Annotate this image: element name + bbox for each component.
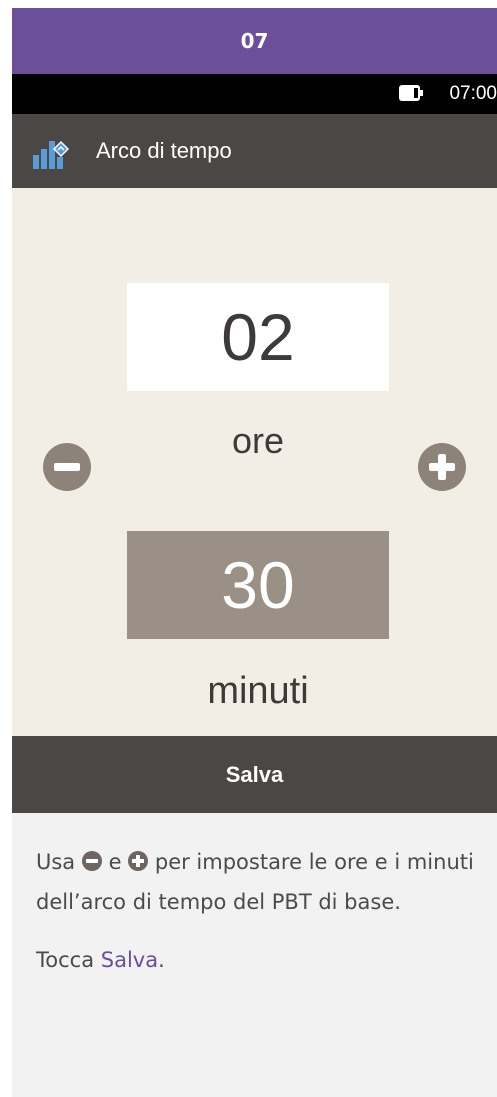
- plus-circle-icon: [128, 851, 149, 871]
- instructions: Usa e per impostare le ore e i minuti de…: [36, 842, 486, 998]
- instruction-line-1: Usa e per impostare le ore e i minuti de…: [36, 850, 474, 914]
- minutes-value: 30: [221, 548, 295, 622]
- save-button-label: Salva: [225, 761, 284, 787]
- screen-title: Arco di tempo: [96, 138, 232, 163]
- minus-circle-icon: [81, 851, 102, 871]
- save-button[interactable]: Salva: [12, 736, 497, 813]
- hours-value: 02: [221, 300, 295, 374]
- title-bar: Arco di tempo: [12, 114, 497, 188]
- save-link: Salva: [100, 948, 159, 972]
- step-number: 07: [240, 29, 269, 53]
- instruction-card: 07 07:00 Arco di tempo 02 ore 30 minuti …: [12, 8, 497, 1097]
- increment-button[interactable]: [418, 443, 466, 491]
- status-bar: 07:00: [12, 74, 497, 114]
- step-number-header: 07: [12, 8, 497, 74]
- battery-icon: [399, 85, 423, 101]
- minus-circle-icon: [54, 463, 80, 471]
- hours-label: ore: [231, 420, 285, 461]
- minutes-label: minuti: [207, 670, 309, 712]
- status-time: 07:00: [449, 83, 497, 104]
- hours-field[interactable]: 02: [127, 283, 389, 391]
- decrement-button[interactable]: [43, 443, 91, 491]
- time-picker-screen: 02 ore 30 minuti: [12, 188, 497, 736]
- minutes-field[interactable]: 30: [127, 531, 389, 639]
- time-segment-icon: [33, 141, 69, 169]
- instruction-line-2: Tocca Salva.: [36, 948, 165, 972]
